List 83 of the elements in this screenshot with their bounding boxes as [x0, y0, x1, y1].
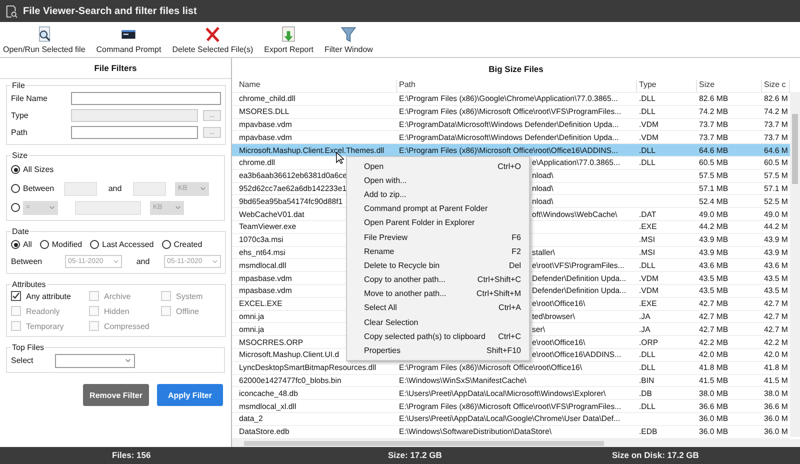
status-text: Size: 17.2 GB — [388, 450, 442, 460]
funnel-icon — [340, 26, 358, 43]
checkbox-label: Compressed — [104, 322, 150, 330]
status-text: Size on Disk: 17.2 GB — [612, 450, 699, 460]
checkbox-label: Hidden — [104, 306, 130, 316]
field-label: Type — [11, 111, 30, 120]
window-title: File Viewer-Search and filter files list — [23, 6, 197, 16]
column-header[interactable]: Path — [397, 80, 637, 92]
vertical-scrollbar[interactable] — [790, 92, 800, 437]
group-label: Attributes — [11, 280, 47, 289]
apply-button[interactable]: Apply Filter — [157, 384, 223, 406]
checkbox-label: Temporary — [26, 322, 64, 330]
toolbar-button[interactable]: Export Report — [263, 26, 314, 54]
toolbar-button[interactable]: Open/Run Selected file — [2, 26, 86, 54]
radio-button[interactable] — [11, 203, 20, 212]
column-header[interactable]: Size c — [762, 80, 790, 92]
checkbox-label: System — [176, 292, 203, 300]
radio-button[interactable] — [90, 240, 100, 249]
and-label: and — [135, 257, 151, 266]
field-label: File Name — [11, 94, 48, 103]
menu-item[interactable]: File Preview F6 — [347, 232, 529, 242]
menu-item[interactable]: Open Parent Folder in Explorer — [347, 218, 529, 228]
checkbox[interactable] — [11, 291, 21, 301]
menu-item[interactable]: Move to another path... Ctrl+Shift+M — [347, 289, 529, 298]
status-text: Files: 156 — [112, 450, 151, 460]
checkbox-label: Any attribute — [26, 292, 71, 300]
group-label: Date — [11, 227, 30, 236]
column-header[interactable]: Name — [237, 80, 397, 92]
number-field[interactable] — [133, 182, 166, 196]
group-label: Size — [11, 151, 29, 160]
panel-title: File Filters — [0, 58, 231, 79]
chevron-icon — [200, 186, 206, 191]
radio-label: All Sizes — [23, 165, 54, 174]
chevron-icon — [113, 259, 119, 264]
menu-item[interactable]: Select All Ctrl+A — [347, 303, 529, 312]
radio-label: Between — [23, 184, 56, 193]
column-header[interactable]: Size — [697, 80, 762, 92]
checkbox-label: Offline — [176, 306, 199, 316]
menu-item[interactable]: Open with... — [347, 176, 529, 185]
menu-item[interactable]: Copy to another path... Ctrl+Shift+C — [347, 275, 529, 284]
and-label: and — [107, 184, 123, 193]
table-title: Big Size Files — [488, 63, 544, 76]
menu-item[interactable]: Copy selected path(s) to clipboard Ctrl+C — [347, 332, 529, 341]
radio-button[interactable] — [11, 184, 20, 193]
toolbar-button[interactable]: Command Prompt — [95, 26, 162, 54]
menu-item[interactable]: Rename F2 — [347, 246, 529, 256]
number-field[interactable] — [75, 200, 141, 214]
radio-label: Last Accessed — [102, 240, 154, 249]
menu-item[interactable]: Clear Selection — [347, 318, 529, 327]
group-label: Top Files — [11, 343, 46, 352]
radio-button[interactable] — [40, 240, 49, 249]
radio-button[interactable] — [11, 240, 20, 249]
toolbar-button[interactable]: Delete Selected File(s) — [171, 26, 254, 54]
select-dropdown[interactable] — [55, 354, 135, 368]
document-search-icon — [5, 4, 18, 18]
checkbox-label: Archive — [104, 292, 131, 300]
chevron-icon — [49, 205, 55, 210]
radio-label: Created — [174, 240, 202, 249]
field-label: Select — [11, 356, 34, 365]
toolbar-button[interactable]: Filter Window — [323, 26, 374, 54]
column-header[interactable]: Type — [637, 80, 697, 92]
menu-item[interactable]: Open Ctrl+O — [347, 162, 529, 171]
field-label: Between — [11, 257, 44, 266]
menu-item[interactable]: Properties Shift+F10 — [347, 346, 529, 356]
radio-label: Modified — [52, 240, 82, 249]
cross-icon — [204, 26, 222, 43]
chevron-icon — [175, 205, 181, 210]
radio-label: All — [23, 240, 32, 249]
menu-item[interactable]: Add to zip... — [347, 190, 529, 199]
menu-item[interactable]: Command prompt at Parent Folder — [347, 204, 529, 214]
menu-item[interactable]: Delete to Recycle bin Del — [347, 260, 529, 270]
radio-button[interactable] — [162, 240, 171, 249]
input-field[interactable] — [71, 92, 221, 105]
group-label: File — [11, 81, 26, 90]
field-label: Path — [11, 128, 28, 137]
export-document-icon — [280, 26, 298, 43]
checkbox-label: Readonly — [26, 306, 60, 316]
number-field[interactable] — [64, 182, 97, 196]
input-field[interactable] — [71, 126, 198, 139]
chevron-icon — [212, 259, 218, 264]
remove-button[interactable]: Remove Filter — [83, 384, 149, 406]
chevron-icon — [125, 358, 131, 363]
radio-button[interactable] — [11, 165, 20, 174]
